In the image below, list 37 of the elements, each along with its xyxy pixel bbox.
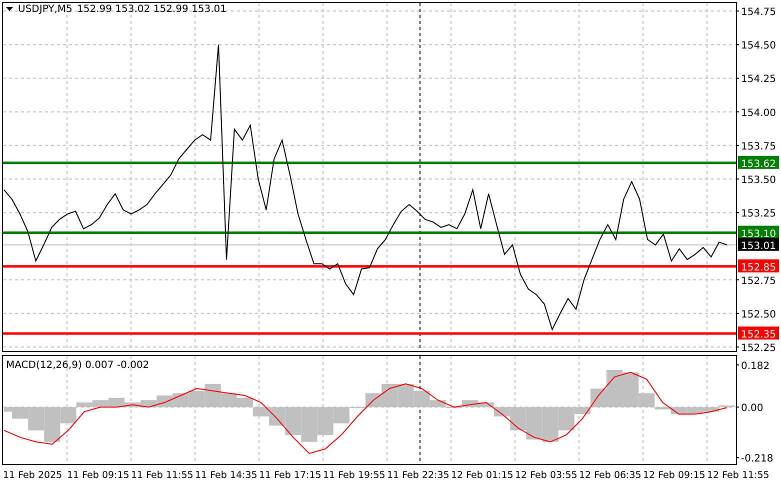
time-label: 11 Feb 22:35 — [387, 470, 450, 481]
ref-line-label: 152.85 — [741, 262, 776, 274]
price-tick-label: 153.25 — [741, 208, 776, 220]
price-tick-label: 154.50 — [741, 40, 776, 52]
indicator-title: MACD(12,26,9) 0.007 -0.002 — [6, 360, 150, 371]
symbol-label: USDJPY,M5 — [18, 4, 72, 15]
price-tag: 152.35 — [738, 326, 779, 341]
price-tick-label: 153.75 — [741, 141, 776, 152]
ref-line-label: 153.62 — [741, 158, 776, 170]
time-label: 12 Feb 01:15 — [451, 470, 514, 481]
macd-tick-label: 0.00 — [741, 403, 764, 414]
time-label: 11 Feb 09:15 — [67, 470, 130, 481]
time-label: 11 Feb 19:55 — [323, 470, 386, 481]
price-tick-label: 152.25 — [741, 342, 776, 352]
time-label: 11 Feb 14:35 — [195, 470, 258, 481]
price-tag: 153.10 — [738, 226, 779, 240]
time-label: 12 Feb 06:35 — [579, 470, 642, 481]
price-tag: 152.85 — [738, 259, 779, 274]
time-label: 11 Feb 17:15 — [259, 470, 322, 481]
current-price-tag: 153.01 — [738, 238, 779, 252]
macd-tick-label: 0.182 — [741, 360, 770, 372]
quote-values: 152.99 153.02 152.99 153.01 — [77, 4, 226, 15]
price-tick-label: 153.50 — [741, 175, 776, 186]
ref-line-label: 153.10 — [741, 228, 776, 240]
ref-line-label: 152.35 — [741, 330, 776, 341]
price-tick-label: 154.25 — [741, 74, 776, 86]
price-tick-label: 154.00 — [741, 108, 776, 119]
time-label: 12 Feb 03:55 — [515, 470, 578, 481]
price-tick-label: 152.50 — [741, 309, 776, 320]
macd-tick-label: -0.218 — [741, 454, 774, 465]
time-label: 11 Feb 11:55 — [131, 470, 194, 481]
time-label: 11 Feb 2025 — [3, 470, 64, 481]
price-tag: 153.62 — [738, 156, 779, 170]
time-label: 12 Feb 11:55 — [707, 470, 770, 481]
price-tick-label: 152.75 — [741, 276, 776, 287]
price-tick-label: 154.75 — [741, 7, 776, 18]
time-label: 12 Feb 09:15 — [643, 470, 706, 481]
